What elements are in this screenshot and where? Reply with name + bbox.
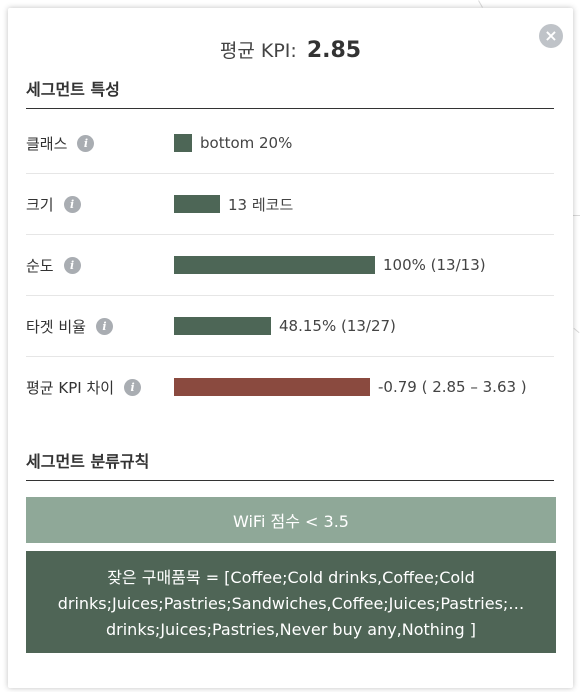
rule-line: drinks;Juices;Pastries;Sandwiches,Coffee… — [57, 594, 525, 613]
rule-wifi-score: WiFi 점수 < 3.5 — [26, 497, 556, 543]
target-ratio-bar — [174, 317, 271, 335]
segment-detail-popup: × 평균 KPI: 2.85 세그먼트 특성 클래스 i bottom 20% 크… — [8, 8, 573, 688]
trait-value: 13 레코드 — [228, 195, 294, 214]
info-icon[interactable]: i — [63, 256, 81, 274]
info-icon[interactable]: i — [77, 134, 95, 152]
trait-row-class: 클래스 i bottom 20% — [26, 113, 554, 174]
trait-value: 100% (13/13) — [383, 256, 486, 274]
trait-value: 48.15% (13/27) — [279, 317, 396, 335]
purity-bar — [174, 256, 375, 274]
kpi-title: 평균 KPI: 2.85 — [8, 36, 573, 63]
info-icon[interactable]: i — [95, 317, 113, 335]
trait-row-purity: 순도 i 100% (13/13) — [26, 235, 554, 296]
rule-line: 잦은 구매품목 = [Coffee;Cold drinks,Coffee;Col… — [107, 568, 475, 587]
info-icon[interactable]: i — [63, 195, 81, 213]
trait-label: 타겟 비율 — [26, 317, 86, 336]
rule-line: drinks;Juices;Pastries,Never buy any,Not… — [106, 620, 476, 639]
size-bar — [174, 195, 220, 213]
info-icon[interactable]: i — [124, 378, 142, 396]
segment-rules-heading: 세그먼트 분류규칙 — [26, 448, 554, 481]
trait-row-target-ratio: 타겟 비율 i 48.15% (13/27) — [26, 296, 554, 357]
trait-label: 클래스 — [26, 134, 68, 153]
segment-traits-heading: 세그먼트 특성 — [26, 76, 554, 109]
trait-value: bottom 20% — [200, 134, 293, 152]
class-swatch — [174, 134, 192, 152]
kpi-value: 2.85 — [306, 38, 362, 63]
rule-text: WiFi 점수 < 3.5 — [233, 512, 349, 531]
rule-frequent-items: 잦은 구매품목 = [Coffee;Cold drinks,Coffee;Col… — [26, 551, 556, 653]
trait-label: 순도 — [26, 256, 54, 275]
trait-row-kpi-diff: 평균 KPI 차이 i -0.79 ( 2.85 – 3.63 ) — [26, 357, 554, 417]
kpi-diff-bar — [174, 378, 370, 396]
trait-label: 평균 KPI 차이 — [26, 378, 115, 397]
trait-value: -0.79 ( 2.85 – 3.63 ) — [378, 378, 527, 396]
kpi-label: 평균 KPI: — [219, 40, 297, 62]
segment-traits-list: 클래스 i bottom 20% 크기 i 13 레코드 순도 i 100% (… — [26, 113, 554, 417]
trait-row-size: 크기 i 13 레코드 — [26, 174, 554, 235]
trait-label: 크기 — [26, 195, 54, 214]
